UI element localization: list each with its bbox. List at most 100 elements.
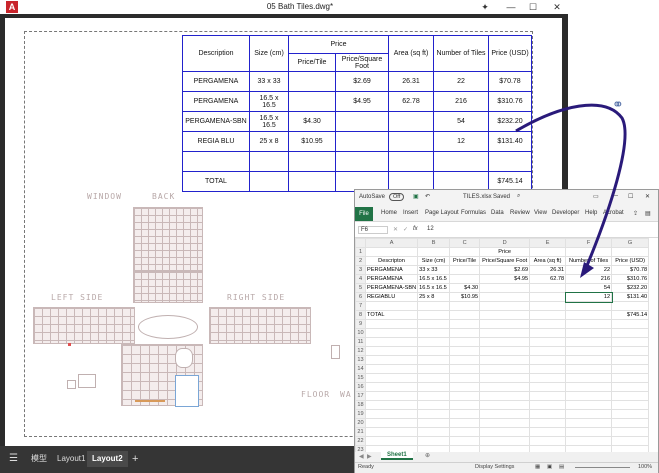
grid-cell[interactable] xyxy=(479,292,531,302)
prev-sheet-icon[interactable]: ◀ xyxy=(359,453,364,460)
row-header[interactable]: 20 xyxy=(355,418,366,428)
grid-cell[interactable]: REGIABLU xyxy=(364,292,419,302)
column-header[interactable]: D xyxy=(479,238,531,248)
grid-cell[interactable] xyxy=(479,373,531,383)
grid-cell[interactable]: $232.20 xyxy=(611,283,650,293)
grid-cell[interactable] xyxy=(417,373,451,383)
grid-cell[interactable] xyxy=(565,337,613,347)
minimize-button[interactable]: — xyxy=(500,0,522,14)
save-icon[interactable]: ▣ xyxy=(413,193,419,200)
grid-cell[interactable]: Price xyxy=(479,247,531,257)
grid-cell[interactable] xyxy=(611,391,650,401)
grid-cell[interactable] xyxy=(529,292,567,302)
column-header[interactable]: B xyxy=(417,238,451,248)
grid-cell[interactable] xyxy=(611,409,650,419)
grid-cell[interactable] xyxy=(364,418,419,428)
grid-cell[interactable] xyxy=(611,373,650,383)
enter-icon[interactable]: ✓ xyxy=(403,226,408,233)
grid-cell[interactable]: 16.5 x 16.5 xyxy=(417,274,451,284)
grid-cell[interactable] xyxy=(529,328,567,338)
grid-cell[interactable] xyxy=(611,319,650,329)
ribbon-display-icon[interactable]: ▭ xyxy=(593,193,599,200)
grid-cell[interactable] xyxy=(417,319,451,329)
grid-cell[interactable] xyxy=(479,436,531,446)
grid-cell[interactable] xyxy=(529,319,567,329)
grid-cell[interactable] xyxy=(611,364,650,374)
autosave-toggle[interactable]: Off xyxy=(389,193,405,201)
tab-view[interactable]: View xyxy=(534,210,547,216)
grid-cell[interactable] xyxy=(364,391,419,401)
grid-cell[interactable] xyxy=(565,346,613,356)
row-header[interactable]: 1 xyxy=(355,247,366,257)
cancel-icon[interactable]: ✕ xyxy=(393,226,398,233)
add-layout-button[interactable]: + xyxy=(127,451,143,467)
grid-cell[interactable] xyxy=(417,337,451,347)
column-header[interactable]: E xyxy=(529,238,567,248)
grid-cell[interactable] xyxy=(364,247,419,257)
grid-cell[interactable] xyxy=(479,427,531,437)
grid-cell[interactable]: 26.31 xyxy=(529,265,567,275)
grid-cell[interactable] xyxy=(449,418,481,428)
grid-cell[interactable] xyxy=(611,400,650,410)
active-cell[interactable]: 12 xyxy=(564,291,613,303)
grid-cell[interactable] xyxy=(449,364,481,374)
grid-cell[interactable] xyxy=(479,328,531,338)
grid-cell[interactable] xyxy=(529,337,567,347)
tab-help[interactable]: Help xyxy=(585,210,597,216)
row-header[interactable]: 22 xyxy=(355,436,366,446)
column-header[interactable]: C xyxy=(449,238,481,248)
tab-data[interactable]: Data xyxy=(491,210,504,216)
tab-file[interactable]: File xyxy=(355,207,373,221)
cad-price-table[interactable]: Description Size (cm) Price Area (sq ft)… xyxy=(182,35,532,192)
grid-cell[interactable] xyxy=(417,400,451,410)
grid-cell[interactable] xyxy=(479,301,531,311)
grid-cell[interactable]: 25 x 8 xyxy=(417,292,451,302)
tab-developer[interactable]: Developer xyxy=(552,210,579,216)
close-button[interactable]: ✕ xyxy=(546,0,568,14)
grid-cell[interactable] xyxy=(449,328,481,338)
grid-cell[interactable] xyxy=(417,346,451,356)
grid-cell[interactable] xyxy=(449,409,481,419)
grid-cell[interactable] xyxy=(611,346,650,356)
grid-cell[interactable] xyxy=(529,391,567,401)
grid-cell[interactable] xyxy=(364,400,419,410)
grid-cell[interactable] xyxy=(611,418,650,428)
grid-cell[interactable] xyxy=(565,328,613,338)
tab-acrobat[interactable]: Acrobat xyxy=(603,210,624,216)
tab-layout2[interactable]: Layout2 xyxy=(87,451,128,467)
tab-page-layout[interactable]: Page Layout xyxy=(425,210,459,216)
grid-cell[interactable] xyxy=(364,355,419,365)
row-header[interactable]: 14 xyxy=(355,364,366,374)
grid-cell[interactable] xyxy=(417,310,451,320)
row-header[interactable]: 15 xyxy=(355,373,366,383)
grid-cell[interactable] xyxy=(417,427,451,437)
spreadsheet-grid[interactable]: ABCDEFG 1 Price 2 Descripton Size (cm) Price/… xyxy=(355,238,650,473)
grid-cell[interactable] xyxy=(364,346,419,356)
grid-cell[interactable]: 62.78 xyxy=(529,274,567,284)
search-icon[interactable]: ⌕ xyxy=(517,193,520,200)
grid-cell[interactable] xyxy=(529,310,567,320)
grid-cell[interactable]: 33 x 33 xyxy=(417,265,451,275)
grid-cell[interactable] xyxy=(479,364,531,374)
row-header[interactable]: 10 xyxy=(355,328,366,338)
minimize-button[interactable]: — xyxy=(612,193,618,199)
grid-cell[interactable]: $10.95 xyxy=(449,292,481,302)
grid-cell[interactable] xyxy=(529,409,567,419)
grid-cell[interactable] xyxy=(449,427,481,437)
grid-cell[interactable] xyxy=(565,409,613,419)
column-header[interactable]: G xyxy=(611,238,650,248)
grid-cell[interactable] xyxy=(449,319,481,329)
hamburger-icon[interactable]: ☰ xyxy=(4,451,23,467)
grid-cell[interactable] xyxy=(479,391,531,401)
grid-cell[interactable] xyxy=(364,373,419,383)
grid-cell[interactable] xyxy=(449,310,481,320)
grid-cell[interactable] xyxy=(479,355,531,365)
grid-cell[interactable] xyxy=(449,337,481,347)
zoom-slider[interactable] xyxy=(575,467,630,468)
grid-cell[interactable] xyxy=(417,418,451,428)
grid-cell[interactable]: $745.14 xyxy=(611,310,650,320)
grid-cell[interactable]: Price (USD) xyxy=(611,256,650,266)
grid-cell[interactable]: Price/Square Foot xyxy=(479,256,531,266)
grid-cell[interactable] xyxy=(364,436,419,446)
grid-cell[interactable] xyxy=(364,319,419,329)
